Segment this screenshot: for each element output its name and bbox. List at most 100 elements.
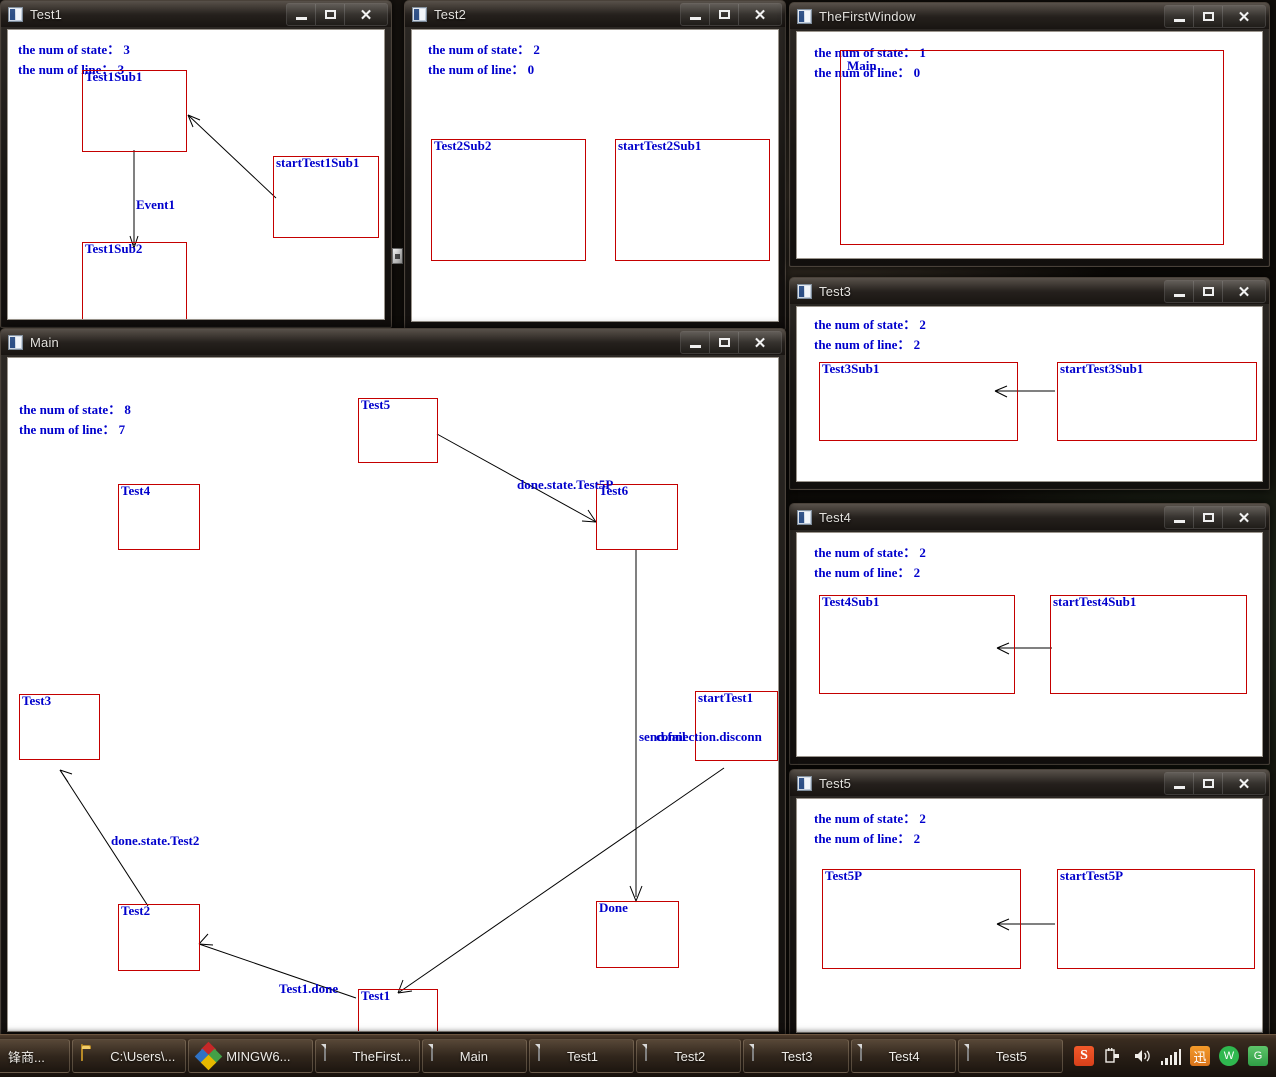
titlebar-test5[interactable]: Test5 ✕	[790, 770, 1269, 796]
node-test3sub1[interactable]: Test3Sub1	[819, 361, 1018, 441]
node-test2[interactable]: Test2	[118, 903, 200, 971]
taskbar-item-explorer[interactable]: C:\Users\...	[72, 1039, 187, 1073]
maximize-button[interactable]	[1194, 507, 1223, 528]
caption-buttons[interactable]: ✕	[680, 3, 782, 26]
window-test4[interactable]: Test4 ✕ the num of state： 2 the num of l…	[789, 503, 1270, 765]
thunder-download-icon[interactable]: 迅	[1190, 1046, 1210, 1066]
titlebar-test3[interactable]: Test3 ✕	[790, 278, 1269, 304]
close-button[interactable]: ✕	[1223, 6, 1265, 27]
taskbar-item-label: Test3	[781, 1048, 813, 1064]
window-main[interactable]: Main ✕ the num of state： 8 the num of li…	[0, 328, 786, 1040]
node-label: startTest1	[698, 690, 754, 705]
close-button[interactable]: ✕	[1223, 773, 1265, 794]
minimize-button[interactable]	[681, 4, 710, 25]
caption-buttons[interactable]: ✕	[1164, 772, 1266, 795]
volume-icon[interactable]	[1132, 1046, 1152, 1066]
power-plug-icon[interactable]	[1103, 1046, 1123, 1066]
node-test6[interactable]: Test6	[596, 483, 678, 550]
node-test1sub2[interactable]: Test1Sub2	[82, 241, 187, 319]
node-starttest5p[interactable]: startTest5P	[1057, 868, 1255, 969]
green-app-icon[interactable]: G	[1248, 1046, 1268, 1066]
client-area-main: the num of state： 8 the num of line： 7 T…	[7, 357, 779, 1032]
sogou-input-icon[interactable]: S	[1074, 1046, 1094, 1066]
caption-buttons[interactable]: ✕	[680, 331, 782, 354]
node-done[interactable]: Done	[596, 900, 679, 968]
minimize-button[interactable]	[287, 4, 316, 25]
node-test1[interactable]: Test1	[358, 988, 438, 1031]
titlebar-test4[interactable]: Test4 ✕	[790, 504, 1269, 530]
window-test1[interactable]: Test1 ✕ the num of state： 3 the num of l…	[0, 0, 392, 328]
close-button[interactable]: ✕	[1223, 281, 1265, 302]
minimize-button[interactable]	[1165, 281, 1194, 302]
minimize-button[interactable]	[1165, 6, 1194, 27]
taskbar-item-label: Test2	[674, 1048, 706, 1064]
scrollbar-stub[interactable]	[392, 248, 403, 264]
titlebar-thefirstwindow[interactable]: TheFirstWindow ✕	[790, 3, 1269, 29]
edge-label-done-state-test2: done.state.Test2	[111, 833, 200, 848]
app-icon	[8, 6, 23, 22]
node-main[interactable]: Main	[840, 50, 1224, 245]
window-test2[interactable]: Test2 ✕ the num of state： 2 the num of l…	[404, 0, 786, 330]
node-starttest2sub1[interactable]: startTest2Sub1	[615, 138, 770, 261]
taskbar-item-test3[interactable]: Test3	[743, 1039, 849, 1073]
caption-buttons[interactable]: ✕	[1164, 280, 1266, 303]
node-test2sub2[interactable]: Test2Sub2	[431, 138, 586, 261]
close-button[interactable]: ✕	[739, 332, 781, 353]
window-title: TheFirstWindow	[819, 8, 916, 24]
close-button[interactable]: ✕	[1223, 507, 1265, 528]
node-test1sub1[interactable]: Test1Sub1	[82, 69, 187, 152]
node-test3[interactable]: Test3	[19, 693, 100, 760]
maximize-button[interactable]	[1194, 281, 1223, 302]
close-button[interactable]: ✕	[345, 4, 387, 25]
app-icon	[8, 334, 23, 350]
wechat-icon[interactable]: W	[1219, 1046, 1239, 1066]
window-title: Test5	[819, 775, 852, 791]
maximize-button[interactable]	[710, 4, 739, 25]
minimize-button[interactable]	[681, 332, 710, 353]
taskbar-item-mingw[interactable]: MINGW6...	[188, 1039, 313, 1073]
node-starttest4sub1[interactable]: startTest4Sub1	[1050, 594, 1247, 694]
maximize-button[interactable]	[1194, 6, 1223, 27]
maximize-button[interactable]	[710, 332, 739, 353]
system-tray[interactable]: S 迅 W G	[1064, 1035, 1276, 1077]
node-test4sub1[interactable]: Test4Sub1	[819, 594, 1015, 694]
document-icon	[537, 1043, 559, 1068]
caption-buttons[interactable]: ✕	[1164, 506, 1266, 529]
caption-buttons[interactable]: ✕	[286, 3, 388, 26]
network-signal-icon[interactable]	[1161, 1046, 1182, 1066]
node-label: startTest2Sub1	[618, 138, 702, 153]
window-thefirstwindow[interactable]: TheFirstWindow ✕ the num of state： 1 the…	[789, 2, 1270, 267]
minimize-button[interactable]	[1165, 507, 1194, 528]
titlebar-main[interactable]: Main ✕	[1, 329, 785, 355]
taskbar-item-test5[interactable]: Test5	[957, 1039, 1063, 1073]
maximize-button[interactable]	[1194, 773, 1223, 794]
document-icon	[859, 1043, 881, 1068]
titlebar-test1[interactable]: Test1 ✕	[1, 1, 391, 27]
window-test5[interactable]: Test5 ✕ the num of state： 2 the num of l…	[789, 769, 1270, 1041]
node-starttest1sub1[interactable]: startTest1Sub1	[273, 155, 379, 238]
taskbar-item-main[interactable]: Main	[421, 1039, 527, 1073]
window-title: Main	[30, 334, 59, 350]
taskbar-item-label: C:\Users\...	[110, 1048, 176, 1064]
taskbar[interactable]: 锋商... C:\Users\... MINGW6... TheFirst...…	[0, 1034, 1276, 1077]
taskbar-item-test4[interactable]: Test4	[850, 1039, 956, 1073]
caption-buttons[interactable]: ✕	[1164, 5, 1266, 28]
window-title: Test3	[819, 283, 852, 299]
window-test3[interactable]: Test3 ✕ the num of state： 2 the num of l…	[789, 277, 1270, 490]
node-test5[interactable]: Test5	[358, 397, 438, 463]
node-starttest3sub1[interactable]: startTest3Sub1	[1057, 361, 1257, 441]
minimize-button[interactable]	[1165, 773, 1194, 794]
desktop: Test1 ✕ the num of state： 3 the num of l…	[0, 0, 1276, 1077]
titlebar-test2[interactable]: Test2 ✕	[405, 1, 785, 27]
client-area-thefirstwindow: the num of state： 1 the num of line： 0 M…	[796, 31, 1263, 259]
node-test4[interactable]: Test4	[118, 483, 200, 550]
node-test5p[interactable]: Test5P	[822, 868, 1021, 969]
node-starttest1[interactable]: startTest1	[695, 690, 778, 761]
taskbar-item-label: Test1	[566, 1048, 599, 1064]
taskbar-item-test1[interactable]: Test1	[528, 1039, 635, 1073]
close-button[interactable]: ✕	[739, 4, 781, 25]
taskbar-item-chinese-app[interactable]: 锋商...	[0, 1039, 71, 1073]
maximize-button[interactable]	[316, 4, 345, 25]
taskbar-item-thefirstwindow[interactable]: TheFirst...	[314, 1039, 420, 1073]
taskbar-item-test2[interactable]: Test2	[636, 1039, 742, 1073]
